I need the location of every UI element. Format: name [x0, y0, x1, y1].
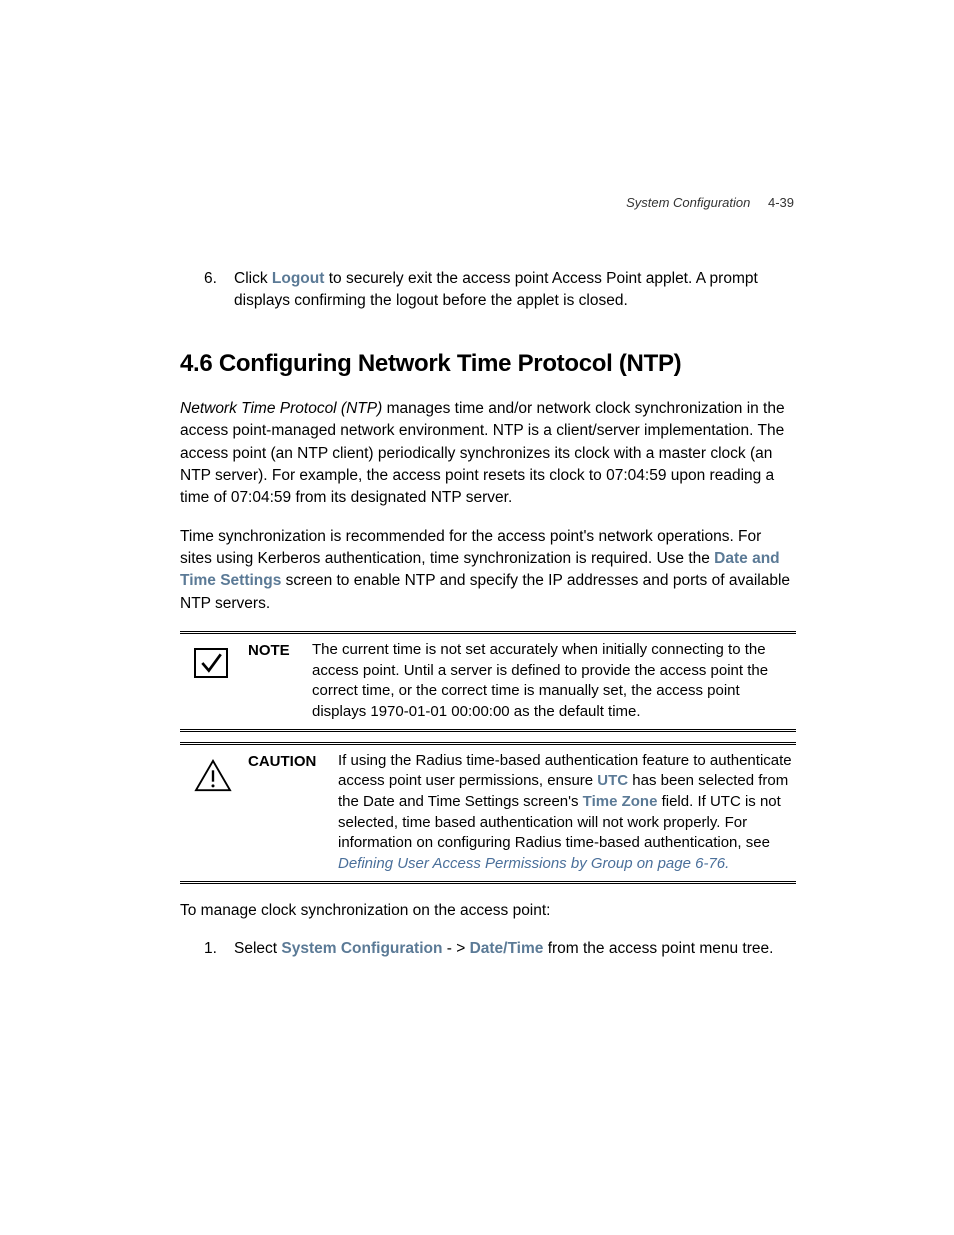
section-heading: 4.6 Configuring Network Time Protocol (N… — [180, 350, 796, 378]
note-icon-cell — [180, 640, 234, 723]
paragraph-ntp-intro: Network Time Protocol (NTP) manages time… — [180, 398, 796, 510]
text-fragment: Time synchronization is recommended for … — [180, 528, 761, 567]
text-fragment: from the access point menu tree. — [543, 940, 773, 957]
list-item-1: 1. Select System Configuration - > Date/… — [180, 938, 796, 960]
caution-text: If using the Radius time-based authentic… — [338, 751, 796, 875]
text-fragment: Select — [234, 940, 281, 957]
item-number: 1. — [204, 938, 234, 960]
caution-callout: CAUTION If using the Radius time-based a… — [180, 742, 796, 884]
checkmark-icon — [194, 648, 228, 678]
warning-icon — [194, 759, 232, 793]
header-section: System Configuration — [626, 195, 750, 210]
note-text: The current time is not set accurately w… — [312, 640, 796, 723]
cross-reference-link[interactable]: Defining User Access Permissions by Grou… — [338, 855, 725, 872]
text-fragment: - > — [442, 940, 469, 957]
text-fragment: . — [725, 855, 729, 872]
time-zone-label: Time Zone — [583, 793, 658, 810]
item-text: Click Logout to securely exit the access… — [234, 268, 796, 312]
date-time-label: Date/Time — [470, 940, 544, 957]
caution-label: CAUTION — [248, 751, 324, 875]
utc-label: UTC — [597, 772, 628, 789]
paragraph-time-sync: Time synchronization is recommended for … — [180, 526, 796, 615]
system-configuration-label: System Configuration — [281, 940, 442, 957]
logout-label: Logout — [272, 270, 325, 287]
item-text: Select System Configuration - > Date/Tim… — [234, 938, 796, 960]
header-page: 4-39 — [768, 195, 794, 210]
item-number: 6. — [204, 268, 234, 312]
list-item-6: 6. Click Logout to securely exit the acc… — [180, 268, 796, 312]
running-header: System Configuration 4-39 — [180, 195, 796, 210]
term-ntp: Network Time Protocol (NTP) — [180, 400, 382, 417]
paragraph-manage-clock: To manage clock synchronization on the a… — [180, 900, 796, 922]
note-label: NOTE — [248, 640, 298, 723]
caution-icon-cell — [180, 751, 234, 875]
text-fragment: Click — [234, 270, 272, 287]
note-callout: NOTE The current time is not set accurat… — [180, 631, 796, 732]
